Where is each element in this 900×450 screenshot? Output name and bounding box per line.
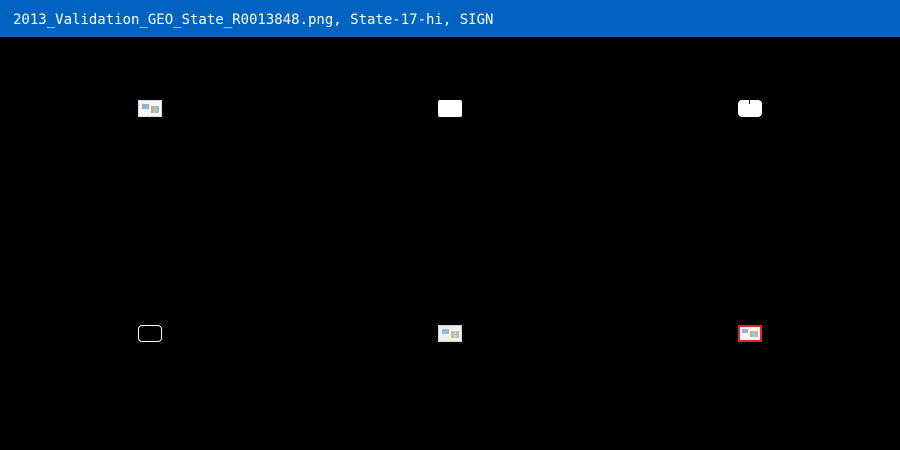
panel-white-mask: [438, 100, 462, 117]
image-grid: [0, 37, 900, 450]
panel-original-sign-image: [138, 100, 162, 117]
panel-detection-box: [738, 325, 762, 342]
panel-mask-outline: [138, 325, 162, 342]
window-title-bar[interactable]: 2013_Validation_GEO_State_R0013848.png, …: [0, 0, 900, 37]
image-viewer-window: 2013_Validation_GEO_State_R0013848.png, …: [0, 0, 900, 450]
window-title: 2013_Validation_GEO_State_R0013848.png, …: [13, 12, 494, 28]
panel-masked-sign-image: [438, 325, 462, 342]
panel-white-mask-notched: [738, 100, 762, 117]
